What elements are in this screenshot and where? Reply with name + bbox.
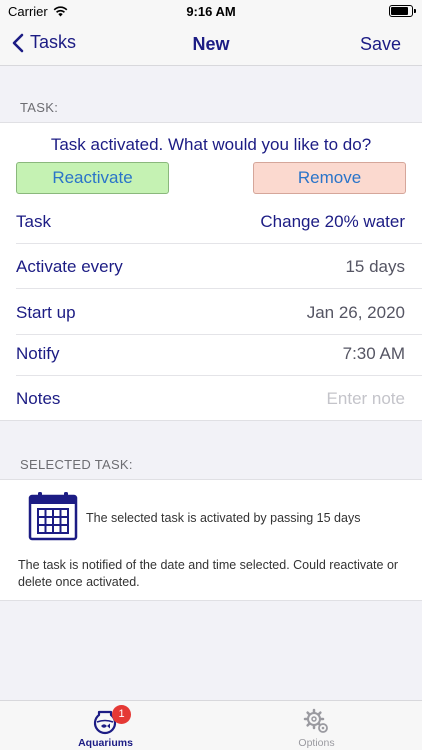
start-up-label: Start up [16, 303, 76, 322]
battery-icon [389, 5, 416, 17]
start-up-value: Jan 26, 2020 [306, 303, 405, 322]
gears-icon [303, 708, 328, 733]
notify-label: Notify [16, 344, 60, 363]
remove-button[interactable]: Remove [253, 162, 406, 194]
task-section-header: TASK: [20, 100, 59, 115]
task-group: Task activated. What would you like to d… [0, 122, 422, 421]
notes-label: Notes [16, 389, 61, 408]
notes-input[interactable]: Enter note [327, 389, 405, 409]
activate-every-value: 15 days [345, 257, 405, 276]
activate-every-label: Activate every [16, 257, 123, 276]
navigation-bar: Tasks New Save [0, 24, 422, 66]
clock: 9:16 AM [186, 4, 236, 19]
tab-aquariums[interactable]: 1 Aquariums [0, 701, 211, 750]
selected-task-note: The task is notified of the date and tim… [18, 558, 399, 589]
reactivate-button[interactable]: Reactivate [16, 162, 169, 194]
tab-bar: 1 Aquariums Options [0, 700, 422, 750]
page-title: New [192, 34, 230, 54]
tab-aquariums-label: Aquariums [78, 737, 133, 749]
tab-options[interactable]: Options [211, 701, 422, 750]
tab-options-label: Options [298, 737, 335, 749]
task-row[interactable]: Task Change 20% water [0, 198, 422, 244]
task-prompt: Task activated. What would you like to d… [50, 135, 372, 154]
notify-row[interactable]: Notify 7:30 AM [0, 330, 422, 376]
notify-value: 7:30 AM [342, 344, 405, 363]
selected-task-summary: The selected task is activated by passin… [86, 511, 361, 525]
activate-every-row[interactable]: Activate every 15 days [0, 243, 422, 289]
save-button[interactable]: Save [360, 34, 401, 55]
selected-task-section-header: SELECTED TASK: [20, 457, 133, 472]
task-row-value: Change 20% water [260, 212, 405, 231]
start-up-row[interactable]: Start up Jan 26, 2020 [0, 289, 422, 335]
notification-badge: 1 [112, 705, 131, 724]
notes-row[interactable]: Notes Enter note [0, 375, 422, 421]
calendar-icon [28, 492, 78, 541]
selected-task-group: The selected task is activated by passin… [0, 479, 422, 601]
status-bar: Carrier 9:16 AM [0, 0, 422, 24]
task-row-label: Task [16, 212, 51, 231]
